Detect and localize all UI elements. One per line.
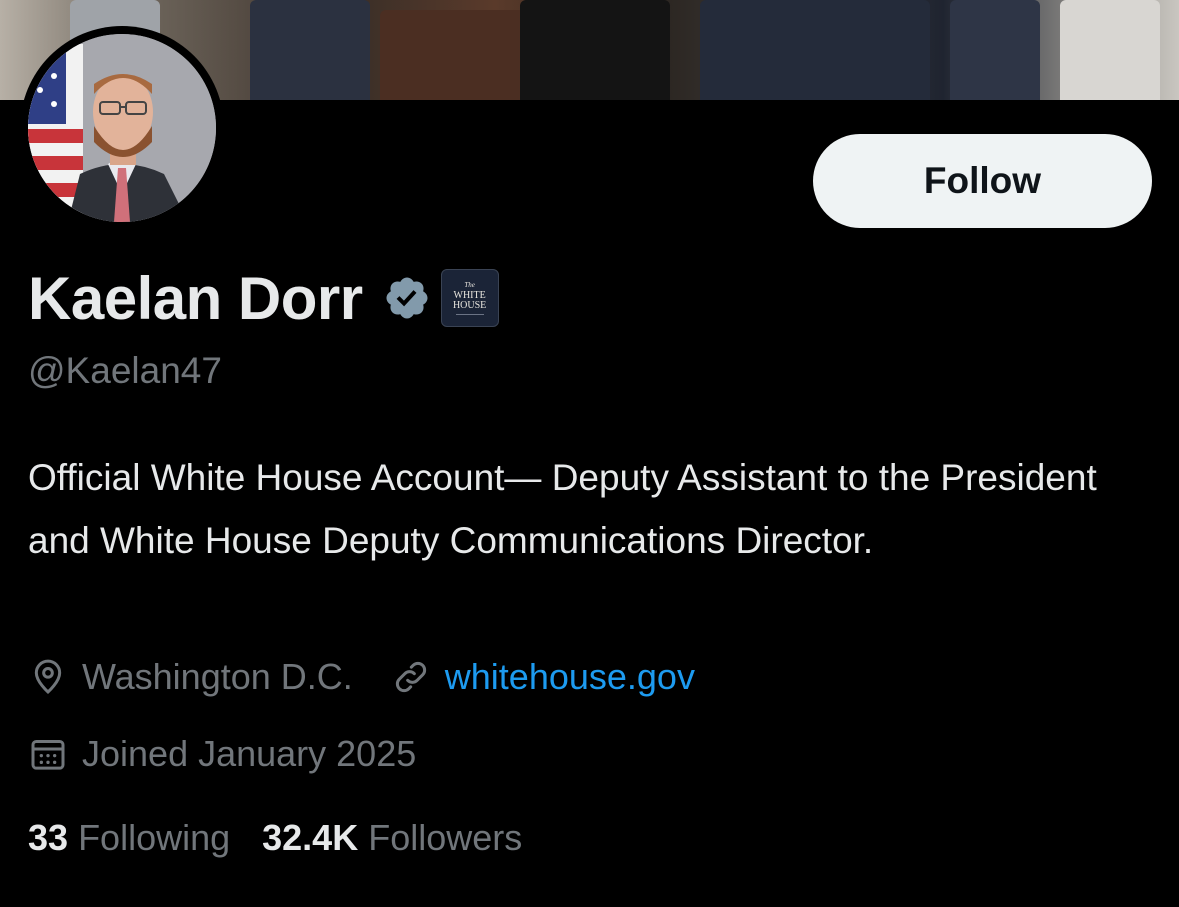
badge-divider [455,313,484,315]
profile-bio: Official White House Account— Deputy Ass… [28,457,1097,561]
profile-meta-joined: Joined January 2025 [28,733,416,775]
follow-stats: 33 Following 32.4K Followers [28,817,522,859]
banner-figure [950,0,1040,100]
badge-line: HOUSE [452,299,487,311]
avatar-photo [28,34,216,222]
banner-figure [520,0,670,100]
followers-label: Followers [368,817,523,858]
badge-line: The [464,280,475,289]
joined-text: Joined January 2025 [82,733,417,774]
followers-count: 32.4K [262,817,359,858]
follow-button[interactable]: Follow [813,134,1152,228]
verified-badge-icon[interactable] [383,274,431,322]
badge-line: WHITE [453,289,486,301]
calendar-icon [31,740,65,770]
location-text: Washington D.C. [82,656,353,697]
banner-figure [380,10,530,100]
profile-avatar[interactable] [20,26,224,230]
following-label: Following [78,817,231,858]
website-link[interactable]: whitehouse.gov [445,656,695,698]
following-count: 33 [28,817,69,858]
location-pin-icon [34,659,62,695]
name-row: Kaelan Dorr The WHITE HOUSE [28,262,499,334]
white-house-affiliation-badge[interactable]: The WHITE HOUSE [440,269,499,327]
following-stat[interactable]: 33 Following [28,817,230,859]
banner-figure [1060,0,1160,100]
banner-figure [700,0,930,100]
avatar-illustration [28,34,216,222]
followers-stat[interactable]: 32.4K Followers [262,817,522,859]
link-icon [395,661,426,693]
user-handle: @Kaelan47 [28,350,222,391]
display-name: Kaelan Dorr [28,264,363,332]
profile-meta-location: Washington D.C. whitehouse.gov [28,656,695,698]
banner-figure [250,0,370,100]
